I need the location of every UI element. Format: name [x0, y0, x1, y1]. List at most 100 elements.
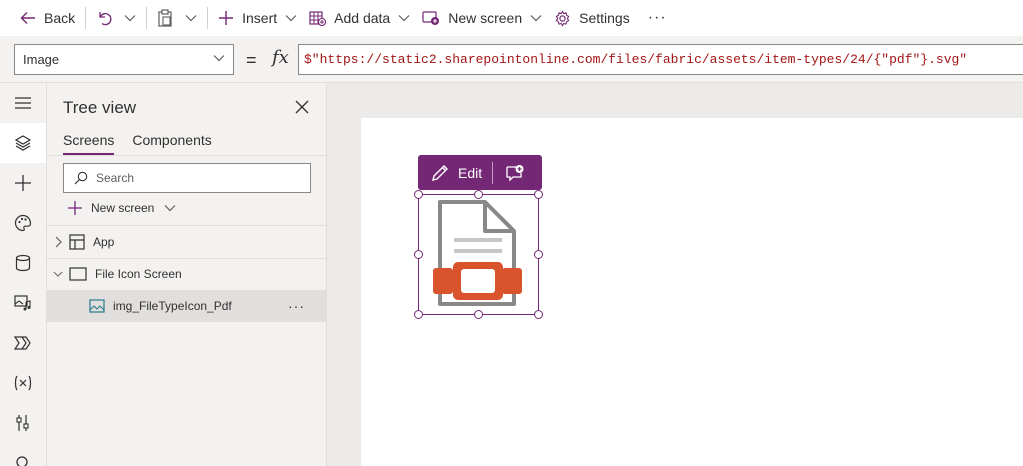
screen-icon [69, 267, 87, 281]
tree-item-file-icon-screen[interactable]: File Icon Screen [47, 258, 327, 290]
gear-icon [555, 9, 570, 27]
chevron-down-icon [124, 15, 136, 22]
divider [85, 7, 87, 29]
equals-sign: = [246, 50, 257, 70]
add-comment-button[interactable] [493, 155, 537, 190]
new-screen-label: New screen [91, 201, 155, 215]
resize-handle[interactable] [534, 310, 543, 319]
tree-view-panel: Tree view Screens Components New screen … [47, 83, 327, 466]
more-commands-button[interactable]: ··· [636, 0, 679, 36]
plus-icon [219, 11, 234, 25]
settings-button[interactable]: Settings [548, 0, 636, 36]
add-data-label: Add data [334, 10, 391, 26]
search-input[interactable] [96, 171, 296, 185]
rail-tree-view[interactable] [0, 123, 46, 163]
command-bar: Back Insert Add data New screen Settings… [0, 0, 1023, 36]
rail-power-automate[interactable] [0, 323, 46, 363]
insert-label: Insert [242, 10, 278, 26]
back-button[interactable]: Back [14, 0, 81, 36]
clipboard-icon [158, 9, 172, 27]
undo-dropdown-button[interactable] [118, 0, 142, 36]
chevron-down-icon [398, 15, 410, 22]
chevron-down-icon [285, 15, 297, 22]
search-icon [74, 171, 88, 185]
theme-icon [14, 214, 32, 232]
edit-label: Edit [458, 164, 483, 181]
variables-icon [14, 375, 32, 391]
hamburger-button[interactable] [0, 83, 46, 123]
insert-icon [15, 175, 31, 191]
tree-item-img-filetypeicon-pdf[interactable]: img_FileTypeIcon_Pdf ··· [47, 290, 327, 322]
search-icon [16, 456, 28, 466]
image-icon [89, 299, 105, 313]
rail-data[interactable] [0, 243, 46, 283]
resize-handle[interactable] [474, 310, 483, 319]
close-icon[interactable] [294, 99, 310, 115]
chevron-right-icon[interactable] [53, 236, 63, 248]
tree-tabs: Screens Components [63, 132, 230, 155]
tree-search[interactable] [63, 163, 311, 193]
formula-input[interactable]: $"https://static2.sharepointonline.com/f… [298, 44, 1023, 75]
tree-view-title: Tree view [63, 98, 137, 117]
settings-label: Settings [579, 10, 630, 26]
divider [146, 7, 148, 29]
divider [207, 7, 209, 29]
resize-handle[interactable] [414, 190, 423, 199]
rail-search[interactable] [0, 443, 46, 466]
hamburger-icon [15, 97, 31, 109]
chevron-down-icon [213, 55, 225, 62]
more-options-button[interactable]: ··· [288, 298, 305, 314]
rail-media[interactable] [0, 283, 46, 323]
tree-item-label: App [93, 235, 115, 249]
formula-text: $"https://static2.sharepointonline.com/f… [304, 52, 968, 67]
insert-button[interactable]: Insert [212, 0, 303, 36]
tab-divider [47, 155, 327, 156]
tab-components[interactable]: Components [132, 132, 211, 155]
edit-toolbar: Edit [418, 155, 542, 190]
tree-new-screen-button[interactable]: New screen [67, 200, 176, 216]
undo-button[interactable] [90, 0, 118, 36]
back-label: Back [44, 10, 76, 26]
tree-view-icon [14, 135, 32, 151]
property-selector[interactable]: Image [14, 44, 234, 75]
rail-variables[interactable] [0, 363, 46, 403]
edit-button[interactable]: Edit [418, 155, 492, 190]
undo-icon [99, 12, 112, 26]
database-add-icon [309, 11, 327, 26]
resize-handle[interactable] [414, 310, 423, 319]
pdf-file-icon[interactable] [428, 198, 526, 310]
left-rail [0, 83, 47, 466]
resize-handle[interactable] [534, 190, 543, 199]
chevron-down-icon [530, 15, 542, 22]
new-screen-button[interactable]: New screen [416, 0, 548, 36]
rail-insert[interactable] [0, 163, 46, 203]
advanced-tools-icon [16, 415, 29, 431]
add-data-button[interactable]: Add data [303, 0, 416, 36]
paste-button[interactable] [151, 0, 179, 36]
property-value: Image [23, 52, 60, 67]
resize-handle[interactable] [414, 250, 423, 259]
data-icon [15, 254, 31, 272]
new-screen-label: New screen [448, 10, 523, 26]
formula-bar: Image = fx $"https://static2.sharepointo… [0, 36, 1023, 83]
rail-advanced-tools[interactable] [0, 403, 46, 443]
chevron-down-icon [164, 205, 176, 212]
tree-item-label: File Icon Screen [95, 267, 182, 281]
chevron-down-icon[interactable] [53, 270, 63, 278]
back-arrow-icon [20, 12, 35, 24]
tree-item-label: img_FileTypeIcon_Pdf [113, 299, 232, 313]
tab-screens[interactable]: Screens [63, 132, 115, 155]
comment-add-icon [506, 164, 524, 182]
chevron-down-icon [185, 15, 197, 22]
paste-dropdown-button[interactable] [179, 0, 203, 36]
plus-icon [68, 201, 82, 215]
power-automate-icon [14, 336, 31, 350]
rail-theme[interactable] [0, 203, 46, 243]
pencil-icon [432, 164, 448, 181]
fx-icon: fx [272, 47, 289, 68]
media-icon [14, 295, 31, 311]
app-icon [69, 234, 85, 250]
new-screen-icon [422, 11, 440, 25]
tree-item-app[interactable]: App [47, 226, 327, 258]
resize-handle[interactable] [534, 250, 543, 259]
